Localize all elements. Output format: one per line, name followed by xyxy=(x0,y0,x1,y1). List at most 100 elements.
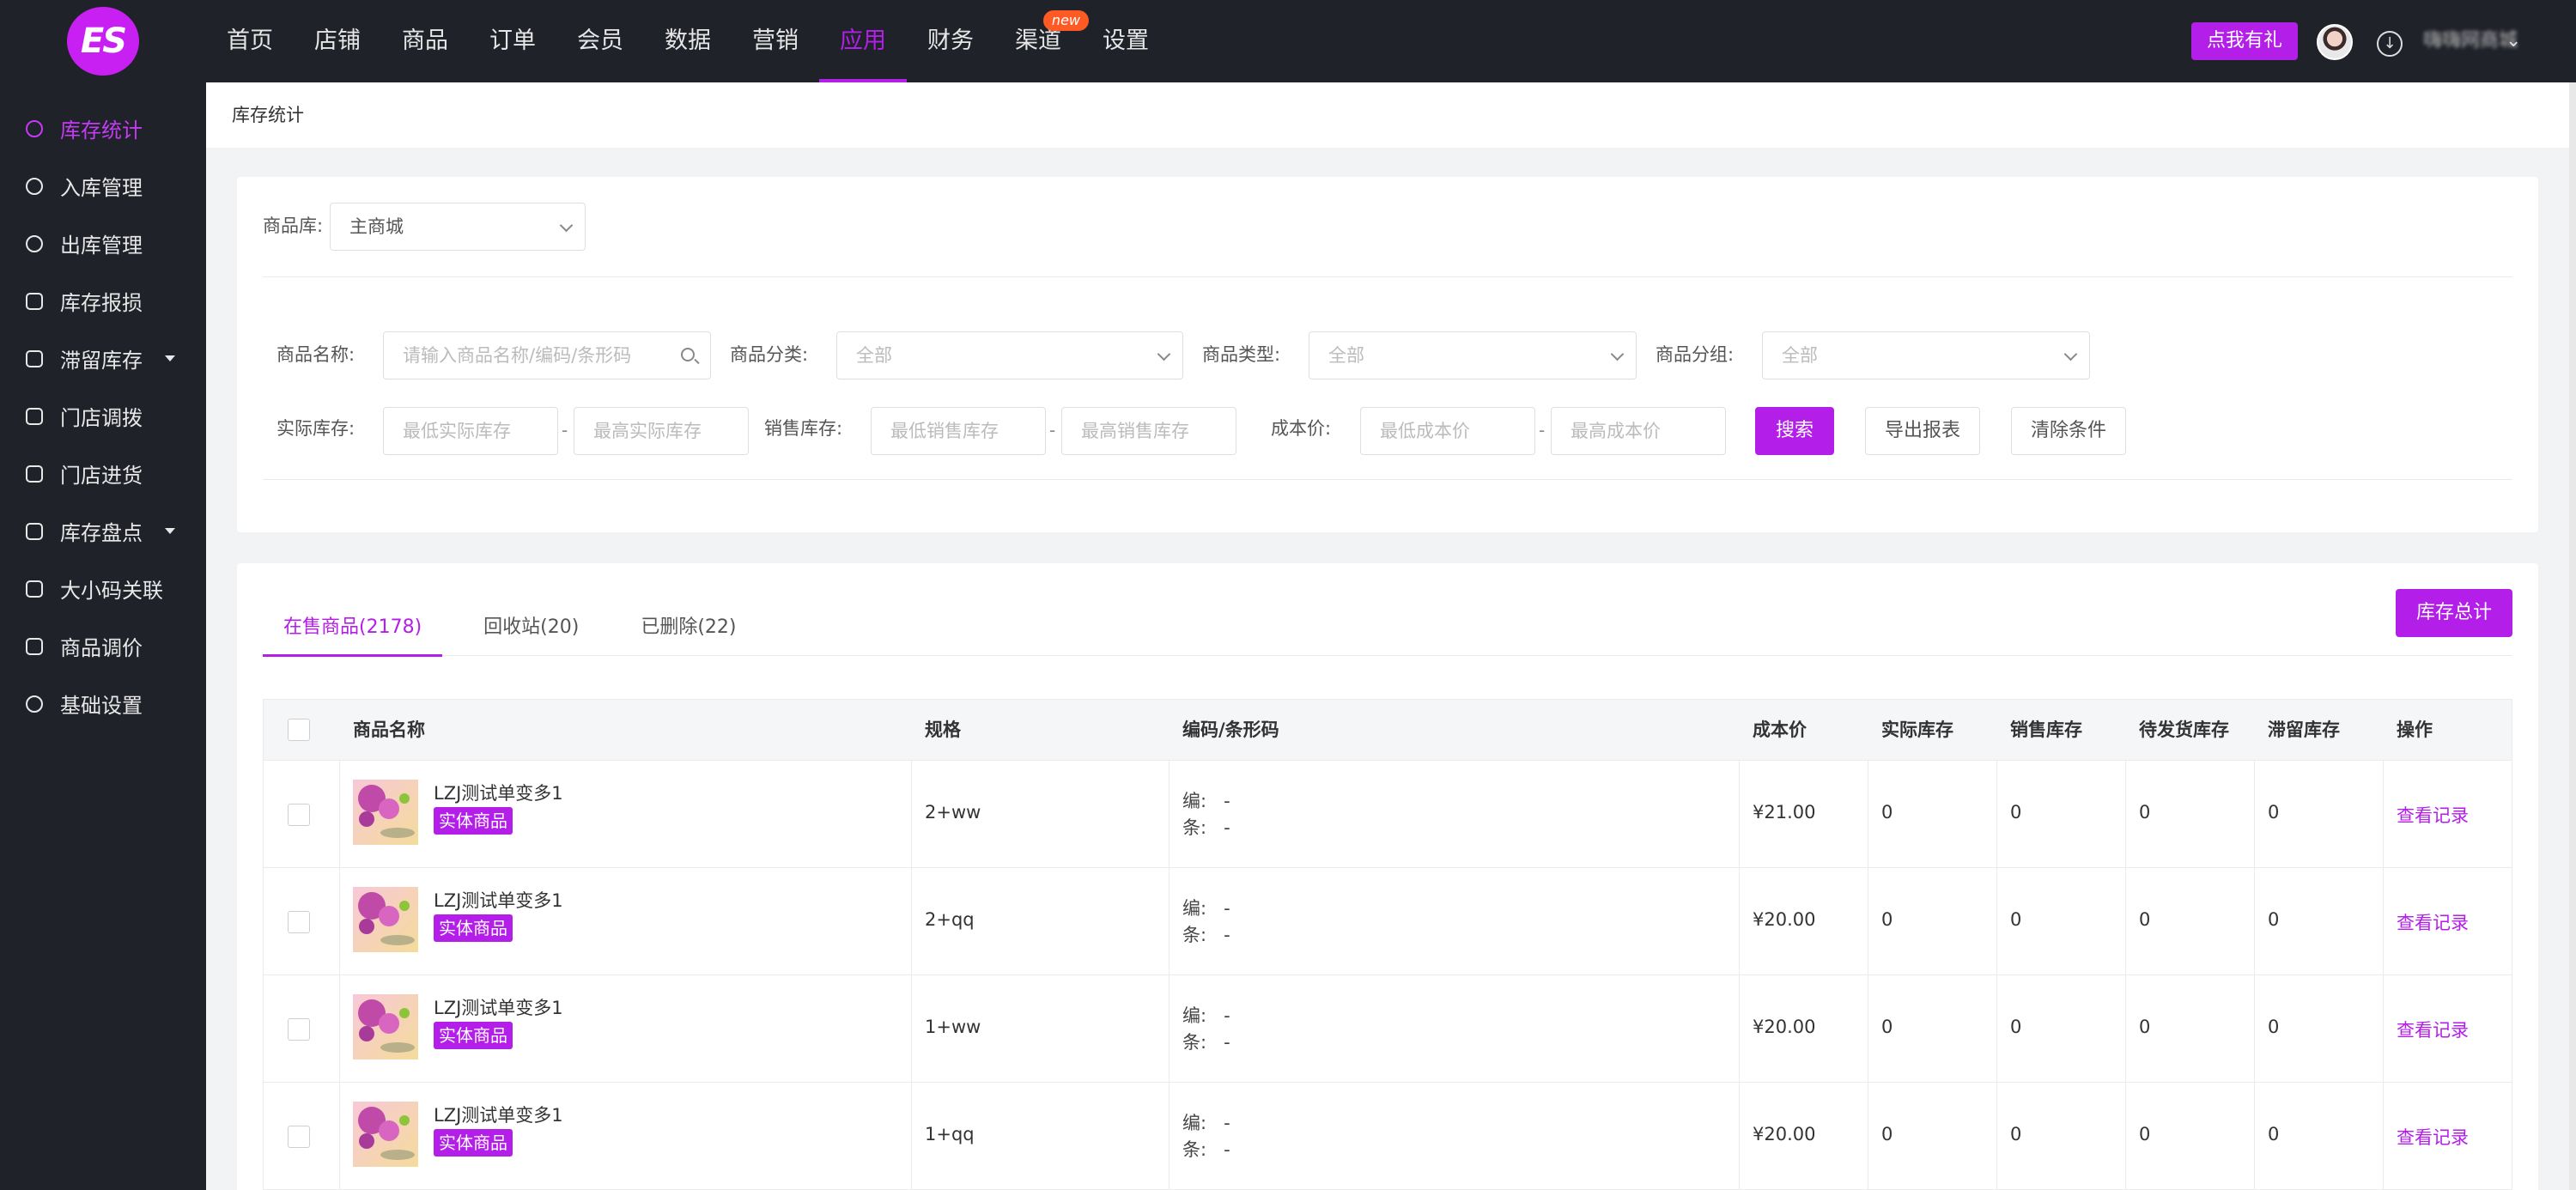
cost-min-placeholder: 最低成本价 xyxy=(1380,421,1470,441)
column-header: 操作 xyxy=(2397,719,2433,740)
stock-icon xyxy=(26,349,43,367)
tab-on-sale[interactable]: 在售商品(2178) xyxy=(263,598,443,657)
username[interactable]: 嗨嗨网商城 xyxy=(2423,27,2518,55)
nav-members[interactable]: 会员 xyxy=(556,0,644,82)
row-checkbox[interactable] xyxy=(288,804,310,826)
nav-apps[interactable]: 应用 xyxy=(819,0,907,82)
category-select[interactable]: 全部 xyxy=(836,331,1183,379)
nav-shop[interactable]: 店铺 xyxy=(294,0,381,82)
search-icon xyxy=(681,348,695,361)
actual-stock-cell: 0 xyxy=(1881,909,1893,930)
cost-cell: ¥21.00 xyxy=(1753,802,1816,823)
nav-finance[interactable]: 财务 xyxy=(907,0,994,82)
sidebar-item-stock-stats[interactable]: 库存统计 xyxy=(0,100,206,157)
pending-stock-cell: 0 xyxy=(2139,909,2151,930)
sidebar-item-size-link[interactable]: 大小码关联 xyxy=(0,560,206,617)
cost-max-input[interactable]: 最高成本价 xyxy=(1551,407,1726,455)
actual-stock-min-input[interactable]: 最低实际库存 xyxy=(383,407,558,455)
nav-marketing[interactable]: 营销 xyxy=(732,0,819,82)
barcode-value: - xyxy=(1224,925,1230,945)
actual-stock-cell: 0 xyxy=(1881,802,1893,823)
sidebar-item-label: 出库管理 xyxy=(60,234,143,258)
logo[interactable]: ES xyxy=(67,7,139,76)
row-checkbox[interactable] xyxy=(288,1018,310,1041)
actual-stock-max-input[interactable]: 最高实际库存 xyxy=(574,407,749,455)
sidebar-item-inbound[interactable]: 入库管理 xyxy=(0,157,206,215)
tab-deleted[interactable]: 已删除(22) xyxy=(620,598,756,656)
barcode-label: 条: xyxy=(1182,925,1207,945)
page-scrollbar[interactable] xyxy=(2569,82,2576,1190)
range-separator: - xyxy=(1539,420,1546,440)
sidebar-item-store-transfer[interactable]: 门店调拨 xyxy=(0,387,206,445)
avatar[interactable] xyxy=(2317,24,2353,60)
tab-recycle-bin[interactable]: 回收站(20) xyxy=(463,598,599,656)
stock-total-button[interactable]: 库存总计 xyxy=(2396,589,2512,637)
sale-stock-max-input[interactable]: 最高销售库存 xyxy=(1061,407,1236,455)
view-records-link[interactable]: 查看记录 xyxy=(2397,802,2469,828)
view-records-link[interactable]: 查看记录 xyxy=(2397,1017,2469,1042)
column-header: 规格 xyxy=(925,719,961,740)
product-type-select[interactable]: 全部 xyxy=(1309,331,1637,379)
view-records-link[interactable]: 查看记录 xyxy=(2397,909,2469,935)
code-value: - xyxy=(1224,791,1230,811)
sidebar-item-stranded-stock[interactable]: 滞留库存 xyxy=(0,330,206,387)
search-button[interactable]: 搜索 xyxy=(1755,407,1834,455)
chevron-down-icon[interactable]: ⌄ xyxy=(2506,26,2521,57)
sale-stock-cell: 0 xyxy=(2010,1124,2022,1144)
product-name-input[interactable]: 请输入商品名称/编码/条形码 xyxy=(383,331,711,379)
row-checkbox[interactable] xyxy=(288,1126,310,1148)
chevron-down-icon xyxy=(1610,347,1625,361)
code-cell: 编: - 条: - xyxy=(1182,788,1230,841)
sidebar-item-outbound[interactable]: 出库管理 xyxy=(0,215,206,272)
sidebar-item-inventory-check[interactable]: 库存盘点 xyxy=(0,502,206,560)
table-row: LZJ测试单变多1 实体商品 2+qq 编: - 条: - ¥20.00 0 0… xyxy=(263,868,2512,975)
sidebar-item-label: 基础设置 xyxy=(60,694,143,718)
main-nav: 首页 店铺 商品 订单 会员 数据 营销 应用 财务 渠道 new 设置 xyxy=(206,0,1170,82)
nav-orders[interactable]: 订单 xyxy=(469,0,556,82)
select-all-checkbox[interactable] xyxy=(288,719,310,741)
product-thumbnail xyxy=(353,780,418,845)
gift-button[interactable]: 点我有礼 xyxy=(2191,22,2298,60)
chevron-down-icon xyxy=(1157,347,1171,361)
nav-settings[interactable]: 设置 xyxy=(1082,0,1170,82)
sale-stock-label: 销售库存: xyxy=(764,418,843,439)
sale-stock-min-input[interactable]: 最低销售库存 xyxy=(871,407,1046,455)
download-icon[interactable]: ↓ xyxy=(2377,31,2403,57)
column-header: 待发货库存 xyxy=(2139,719,2229,740)
table-row: LZJ测试单变多1 实体商品 1+ww 编: - 条: - ¥20.00 0 0… xyxy=(263,975,2512,1083)
sidebar-item-loss-report[interactable]: 库存报损 xyxy=(0,272,206,330)
product-name: LZJ测试单变多1 xyxy=(434,998,563,1018)
nav-data[interactable]: 数据 xyxy=(644,0,732,82)
export-report-button[interactable]: 导出报表 xyxy=(1865,407,1980,455)
nav-home[interactable]: 首页 xyxy=(206,0,294,82)
sidebar-item-label: 库存统计 xyxy=(60,118,143,143)
cost-min-input[interactable]: 最低成本价 xyxy=(1360,407,1535,455)
filter-panel: 商品库: 主商城 商品名称: 请输入商品名称/编码/条形码 商品分类: 全部 商… xyxy=(237,177,2538,532)
sidebar-item-label: 门店调拨 xyxy=(60,406,143,430)
sidebar-item-label: 商品调价 xyxy=(60,636,143,660)
link-icon xyxy=(26,580,43,598)
sidebar-item-label: 入库管理 xyxy=(60,176,143,200)
stranded-stock-cell: 0 xyxy=(2268,1124,2280,1144)
pending-stock-cell: 0 xyxy=(2139,1017,2151,1037)
row-checkbox[interactable] xyxy=(288,911,310,933)
clear-filters-button[interactable]: 清除条件 xyxy=(2011,407,2126,455)
code-label: 编: xyxy=(1182,1113,1207,1133)
cost-max-placeholder: 最高成本价 xyxy=(1571,421,1661,441)
product-thumbnail xyxy=(353,887,418,952)
sidebar-item-price-adjust[interactable]: 商品调价 xyxy=(0,617,206,675)
product-type-badge: 实体商品 xyxy=(434,1129,513,1157)
nav-goods[interactable]: 商品 xyxy=(381,0,469,82)
sale-stock-max-placeholder: 最高销售库存 xyxy=(1081,421,1189,441)
sidebar-item-store-purchase[interactable]: 门店进货 xyxy=(0,445,206,502)
view-records-link[interactable]: 查看记录 xyxy=(2397,1124,2469,1150)
sidebar-item-basic-settings[interactable]: 基础设置 xyxy=(0,675,206,732)
actual-stock-max-placeholder: 最高实际库存 xyxy=(593,421,702,441)
column-header: 销售库存 xyxy=(2010,719,2082,740)
divider xyxy=(263,276,2512,277)
barcode-value: - xyxy=(1224,817,1230,838)
product-group-select[interactable]: 全部 xyxy=(1762,331,2090,379)
warehouse-select[interactable]: 主商城 xyxy=(330,203,586,251)
transfer-icon xyxy=(26,407,43,425)
nav-channels[interactable]: 渠道 new xyxy=(994,0,1089,82)
